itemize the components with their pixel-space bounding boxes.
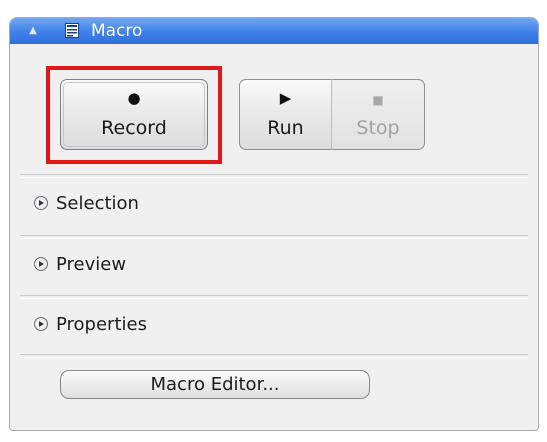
panel-titlebar[interactable]: ▲ Macro: [10, 18, 538, 44]
divider: [20, 354, 528, 358]
expand-arrow-icon[interactable]: [34, 257, 48, 271]
divider: [20, 295, 528, 299]
stop-square-icon: ■: [372, 93, 384, 107]
stop-button-label: Stop: [356, 117, 400, 139]
run-button-label: Run: [267, 117, 304, 139]
chevron-up-icon[interactable]: ▲: [24, 24, 42, 38]
section-label: Preview: [56, 254, 127, 275]
divider: [20, 235, 528, 239]
stop-button: ■ Stop: [331, 79, 425, 150]
macro-panel-icon: [65, 23, 79, 38]
divider: [20, 174, 528, 178]
record-button[interactable]: ● Record: [60, 79, 208, 150]
section-label: Selection: [56, 193, 139, 214]
macro-editor-button[interactable]: Macro Editor...: [60, 370, 370, 399]
expand-arrow-icon[interactable]: [34, 317, 48, 331]
panel-title: Macro: [91, 21, 143, 41]
play-icon: ▶: [279, 89, 292, 107]
record-button-label: Record: [101, 117, 167, 139]
section-label: Properties: [56, 314, 147, 335]
run-button[interactable]: ▶ Run: [239, 79, 331, 150]
expand-arrow-icon[interactable]: [34, 196, 48, 210]
macro-panel: ▲ Macro ● Record ▶ Run ■ Stop Selection …: [9, 17, 539, 431]
record-dot-icon: ●: [127, 89, 141, 107]
